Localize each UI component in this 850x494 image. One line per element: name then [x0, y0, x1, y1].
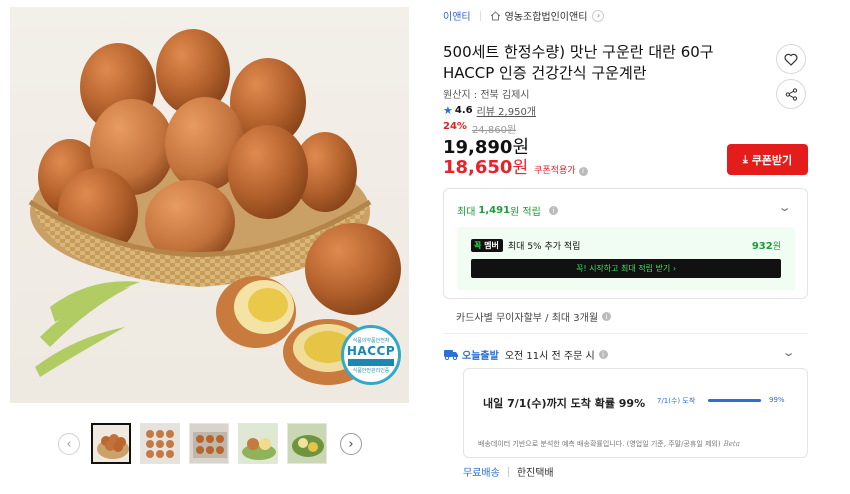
membership-amount-unit: 원 — [772, 242, 781, 252]
coupon-price-unit: 원 — [512, 158, 529, 178]
thumbnail-3[interactable] — [189, 423, 229, 464]
thumbnail-5[interactable] — [287, 423, 327, 464]
shipping-info: 무료배송 한진택배 — [463, 464, 554, 479]
delivery-note-text: 배송데이터 기반으로 분석한 예측 배송확률입니다. (영업일 기준, 주말/공… — [478, 440, 721, 448]
membership-badge: 꼭 멤버 — [471, 239, 503, 252]
chevron-down-icon[interactable]: ⌄ — [778, 201, 792, 214]
points-amount: 1,491 — [478, 205, 511, 216]
origin-info: 원산지 : 전북 김제시 — [443, 90, 530, 101]
thumbnail-2[interactable] — [140, 423, 180, 464]
delivery-date-label: 7/1(수) 도착 — [657, 397, 696, 405]
membership-cta-button[interactable]: 꼭! 시작하고 최대 적립 받기 › — [471, 259, 781, 278]
coupon-price: 18,650 원 쿠폰적용가 i — [443, 153, 588, 178]
delivery-probability-bar — [708, 399, 762, 402]
free-shipping-label: 무료배송 — [463, 468, 500, 479]
delivery-estimate-text: 내일 7/1(수)까지 도착 확률 99% — [483, 397, 646, 410]
brand-link[interactable]: 이앤티 — [443, 8, 471, 23]
haccp-top-text: 식품의약품안전처 — [352, 337, 390, 344]
share-icon — [785, 87, 797, 101]
thumbnail-strip: ‹ › — [58, 423, 362, 465]
haccp-bottom-text: 식품안전관리인증 — [352, 367, 390, 374]
info-icon[interactable]: i — [578, 166, 588, 176]
product-title: 500세트 한정수량) 맛난 구운란 대란 60구 HACCP 인증 건강간식 … — [443, 43, 714, 82]
coupon-button-label: 쿠폰받기 — [751, 153, 793, 167]
thumbnail-prev-button[interactable]: ‹ — [58, 433, 80, 455]
info-icon[interactable]: i — [548, 206, 558, 215]
thumbnail-1[interactable] — [91, 423, 131, 464]
membership-promo: 꼭 멤버 최대 5% 추가 적립 932원 꼭! 시작하고 최대 적립 받기 › — [457, 227, 795, 290]
thumbnail-4[interactable] — [238, 423, 278, 464]
points-suffix: 원 적립 — [510, 207, 541, 218]
section-divider — [443, 333, 808, 334]
breadcrumb-divider — [479, 10, 481, 21]
share-button[interactable] — [776, 79, 806, 109]
star-icon: ★ — [443, 104, 453, 117]
thumbnail-image — [288, 424, 326, 463]
installment-text: 카드사별 무이자할부 / 최대 3개월 — [456, 313, 599, 324]
membership-badge-a: 꼭 — [474, 241, 482, 250]
breadcrumb: 이앤티 영농조합법인이앤티 › — [443, 8, 605, 23]
haccp-bar — [348, 358, 394, 366]
chevron-down-icon[interactable]: ⌄ — [782, 346, 796, 359]
membership-line: 꼭 멤버 최대 5% 추가 적립 — [471, 239, 580, 252]
download-icon: ⤓ — [742, 152, 748, 166]
delivery-probability-fill — [708, 399, 762, 402]
haccp-main-text: HACCP — [346, 343, 396, 358]
thumbnail-image — [190, 424, 228, 463]
membership-amount-value: 932 — [751, 241, 773, 252]
rating-summary: ★ 4.6 리뷰 2,950개 — [443, 103, 536, 118]
today-shipping-badge: 오늘출발 — [462, 351, 499, 362]
installment-info: 카드사별 무이자할부 / 최대 3개월 i — [456, 309, 612, 324]
membership-badge-b: 멤버 — [484, 241, 499, 250]
delivery-estimate-panel: 내일 7/1(수)까지 도착 확률 99% 7/1(수) 도착 99% 배송데이… — [463, 368, 808, 458]
chevron-right-icon: › — [592, 9, 605, 22]
delivery-header: 오늘출발 오전 11시 전 주문 시 i — [444, 347, 608, 362]
shipping-divider — [507, 466, 509, 477]
shipping-cutoff: 오전 11시 전 주문 시 — [504, 351, 595, 362]
info-icon[interactable]: i — [602, 312, 612, 321]
thumbnail-image — [141, 424, 179, 463]
membership-amount: 932원 — [752, 239, 781, 252]
membership-text: 최대 5% 추가 적립 — [507, 242, 581, 252]
beta-label: Beta — [723, 440, 740, 448]
points-summary: 최대 1,491 원 적립 i — [457, 203, 558, 218]
thumbnail-next-button[interactable]: › — [340, 433, 362, 455]
chevron-right-icon: › — [348, 436, 354, 452]
points-prefix: 최대 — [457, 207, 476, 218]
chevron-left-icon: ‹ — [66, 436, 72, 452]
seller-store-link[interactable]: 영농조합법인이앤티 › — [490, 8, 605, 23]
info-icon[interactable]: i — [598, 350, 608, 359]
seller-name: 영농조합법인이앤티 — [504, 12, 588, 23]
wishlist-button[interactable] — [776, 44, 806, 74]
heart-icon — [784, 53, 798, 66]
rating-score: 4.6 — [454, 105, 473, 116]
coupon-price-label: 쿠폰적용가 — [534, 166, 576, 176]
home-icon — [490, 10, 500, 20]
points-panel: 최대 1,491 원 적립 i ⌄ 꼭 멤버 최대 5% 추가 적립 932원 … — [443, 188, 808, 299]
reviews-link[interactable]: 리뷰 2,950개 — [477, 103, 536, 118]
haccp-badge: 식품의약품안전처 HACCP 식품안전관리인증 — [341, 325, 401, 385]
delivery-note: 배송데이터 기반으로 분석한 예측 배송확률입니다. (영업일 기준, 주말/공… — [478, 439, 740, 449]
carrier-name: 한진택배 — [516, 468, 554, 479]
coupon-download-button[interactable]: ⤓ 쿠폰받기 — [727, 144, 808, 175]
thumbnail-image — [93, 425, 129, 462]
thumbnail-image — [239, 424, 277, 463]
truck-icon — [444, 350, 458, 360]
product-main-image[interactable]: 식품의약품안전처 HACCP 식품안전관리인증 — [10, 7, 409, 403]
coupon-price-value: 18,650 — [443, 157, 513, 178]
delivery-probability-label: 99% — [769, 396, 785, 404]
